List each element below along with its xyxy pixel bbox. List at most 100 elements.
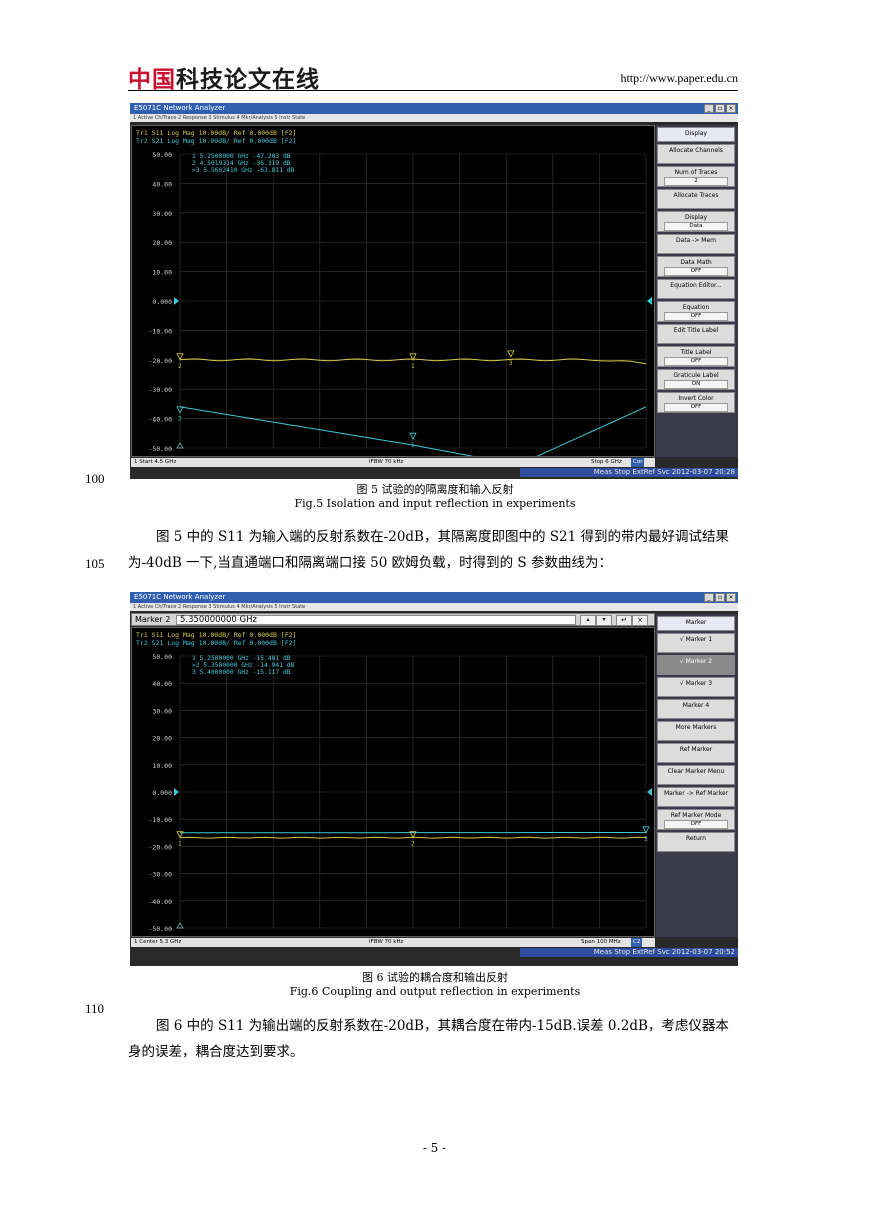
softkey-num-of-traces[interactable]: Num of Traces 2: [657, 166, 735, 187]
softkey-label: Invert Color: [678, 395, 714, 402]
softkey-data-math[interactable]: Data Math OFF: [657, 256, 735, 277]
softkey-label: Ref Marker: [679, 746, 713, 753]
y-tick-label: 0.000: [152, 789, 172, 797]
close-icon[interactable]: ×: [632, 615, 648, 626]
softkey-edit-title-label[interactable]: Edit Title Label: [657, 324, 735, 344]
marker-readout: 1 5.2500000 GHz -15.481 dB: [192, 655, 291, 662]
y-tick-label: 30.00: [152, 707, 172, 715]
softkey-marker-1[interactable]: √ Marker 1: [657, 633, 735, 653]
softkey-label: Ref Marker Mode: [670, 812, 722, 819]
restore-icon: ▫: [715, 593, 725, 602]
figure5-caption-en: Fig.5 Isolation and input reflection in …: [294, 497, 576, 510]
softkey-label: Allocate Traces: [673, 192, 719, 199]
y-tick-label: 10.00: [152, 762, 172, 770]
softkey-value: ON: [664, 380, 728, 389]
marker-entry-bar: Marker 2 5.350000000 GHz ▴ ▾ ↵ ×: [131, 613, 655, 626]
figure5-network-analyzer-screenshot: E5071C Network Analyzer _ ▫ × 1 Active Ch/…: [130, 103, 738, 479]
softkey-display[interactable]: Display: [657, 127, 735, 142]
marker-number: 1: [411, 363, 415, 370]
instrument-status-bar: Meas Stop ExtRef Svc 2012-03-07 20:28: [520, 468, 738, 477]
softkey-more-markers[interactable]: More Markers: [657, 721, 735, 741]
line-number: 100: [85, 471, 105, 486]
enter-icon[interactable]: ↵: [616, 615, 632, 626]
marker-frequency-input[interactable]: 5.350000000 GHz: [176, 615, 576, 625]
softkey-data-mem[interactable]: Data -> Mem: [657, 234, 735, 254]
softkey-allocate-channels[interactable]: Allocate Channels: [657, 144, 735, 164]
status-center: 1 Center 5.3 GHz: [134, 939, 182, 945]
softkey-marker-2[interactable]: √ Marker 2: [657, 655, 735, 675]
y-tick-label: 20.00: [152, 735, 172, 743]
figure5-caption-cn: 图 5 试验的的隔离度和输入反射: [356, 483, 514, 496]
softkey-label: Data -> Mem: [675, 237, 717, 244]
marker-number: 1: [178, 841, 182, 848]
trace1-label: Tr1 S11 Log Mag 10.00dB/ Ref 0.000dB [F2…: [136, 129, 296, 137]
reference-arrow-icon: [174, 788, 179, 796]
status-start: 1 Start 4.5 GHz: [134, 459, 177, 465]
y-tick-label: -10.00: [149, 327, 173, 335]
softkey-title-label[interactable]: Title Label OFF: [657, 346, 735, 367]
softkey-label: Marker: [685, 619, 707, 626]
softkey-marker-ref-marker[interactable]: Marker -> Ref Marker: [657, 787, 735, 807]
paragraph-2: 图 6 中的 S11 为输出端的反射系数在-20dB，其耦合度在带内-15dB.…: [128, 1018, 729, 1060]
softkey-equation-editor[interactable]: Equation Editor...: [657, 279, 735, 299]
softkey-label: Data Math: [680, 259, 712, 266]
softkey-invert-color[interactable]: Invert Color OFF: [657, 392, 735, 413]
y-tick-label: -40.00: [149, 416, 173, 424]
marker-number: 3: [644, 836, 648, 843]
softkey-allocate-traces[interactable]: Allocate Traces: [657, 189, 735, 209]
softkey-panel: Display Allocate Channels Num of Traces 2 Al…: [656, 125, 738, 457]
status-ifbw: IFBW 70 kHz: [369, 939, 404, 945]
marker-entry-label: Marker 2: [135, 615, 171, 624]
softkey-label: Graticule Label: [673, 372, 719, 379]
restore-icon: ▫: [715, 104, 725, 113]
window-title: E5071C Network Analyzer _ ▫ ×: [130, 103, 738, 114]
softkey-ref-marker[interactable]: Ref Marker: [657, 743, 735, 763]
softkey-graticule-label[interactable]: Graticule Label ON: [657, 369, 735, 390]
header-divider: [128, 90, 738, 91]
header-url: http://www.paper.edu.cn: [620, 71, 738, 85]
softkey-marker-3[interactable]: √ Marker 3: [657, 677, 735, 697]
menu-bar: 1 Active Ch/Trace 2 Response 3 Stimulus …: [130, 114, 738, 122]
paragraph-1: 图 5 中的 S11 为输入端的反射系数在-20dB，其隔离度即图中的 S21 …: [128, 529, 729, 571]
y-tick-label: -20.00: [149, 357, 173, 365]
softkey-return[interactable]: Return: [657, 832, 735, 852]
figure6-network-analyzer-screenshot: E5071C Network Analyzer _ ▫ × 1 Active Ch/…: [130, 592, 738, 966]
softkey-value: OFF: [664, 820, 728, 829]
softkey-marker[interactable]: Marker: [657, 616, 735, 631]
softkey-label: More Markers: [675, 724, 717, 731]
marker-readout: >3 5.5602410 GHz -63.811 dB: [192, 167, 295, 174]
figure6-caption-en: Fig.6 Coupling and output reflection in …: [289, 985, 581, 998]
reference-arrow-icon: [174, 297, 179, 305]
minimize-icon: _: [704, 104, 714, 113]
softkey-label: Marker 4: [682, 702, 710, 709]
softkey-marker-4[interactable]: Marker 4: [657, 699, 735, 719]
plot-canvas: 50.00 40.00 30.00 20.00 10.00 0.000 -10.00 -20.…: [136, 129, 652, 456]
softkey-equation[interactable]: Equation OFF: [657, 301, 735, 322]
marker-triangle-icon: [507, 350, 515, 358]
y-tick-label: -30.00: [149, 871, 173, 879]
window-controls: _ ▫ ×: [704, 593, 736, 602]
softkey-label: Clear Marker Menu: [667, 768, 725, 775]
figure6-caption-cn: 图 6 试验的耦合度和输出反射: [362, 971, 508, 984]
y-tick-label: -10.00: [149, 816, 173, 824]
step-up-icon[interactable]: ▴: [580, 615, 596, 626]
y-tick-label: 50.00: [152, 653, 172, 661]
minimize-icon: _: [704, 593, 714, 602]
line-number: 110: [85, 1001, 105, 1016]
marker-number: 2: [178, 416, 182, 423]
softkey-ref-marker-mode[interactable]: Ref Marker Mode OFF: [657, 809, 735, 830]
step-down-icon[interactable]: ▾: [596, 615, 612, 626]
instrument-status-bar: Meas Stop ExtRef Svc 2012-03-07 20:52: [520, 948, 738, 957]
y-tick-label: 40.00: [152, 680, 172, 688]
s-parameter-plot: 50.00 40.00 30.00 20.00 10.00 0.000 -10.00 -20.…: [131, 627, 655, 937]
softkey-display[interactable]: Display Data: [657, 211, 735, 232]
close-icon: ×: [726, 104, 736, 113]
status-ifbw: IFBW 70 kHz: [369, 459, 404, 465]
status-flag: C2: [631, 938, 643, 947]
softkey-label: Display: [684, 130, 708, 137]
y-tick-label: -40.00: [149, 898, 173, 906]
y-tick-label: -50.00: [149, 925, 173, 933]
softkey-clear-marker-menu[interactable]: Clear Marker Menu: [657, 765, 735, 785]
reference-arrow-icon: [647, 788, 652, 796]
s-parameter-plot: 50.00 40.00 30.00 20.00 10.00 0.000 -10.00 -20.…: [131, 125, 655, 457]
